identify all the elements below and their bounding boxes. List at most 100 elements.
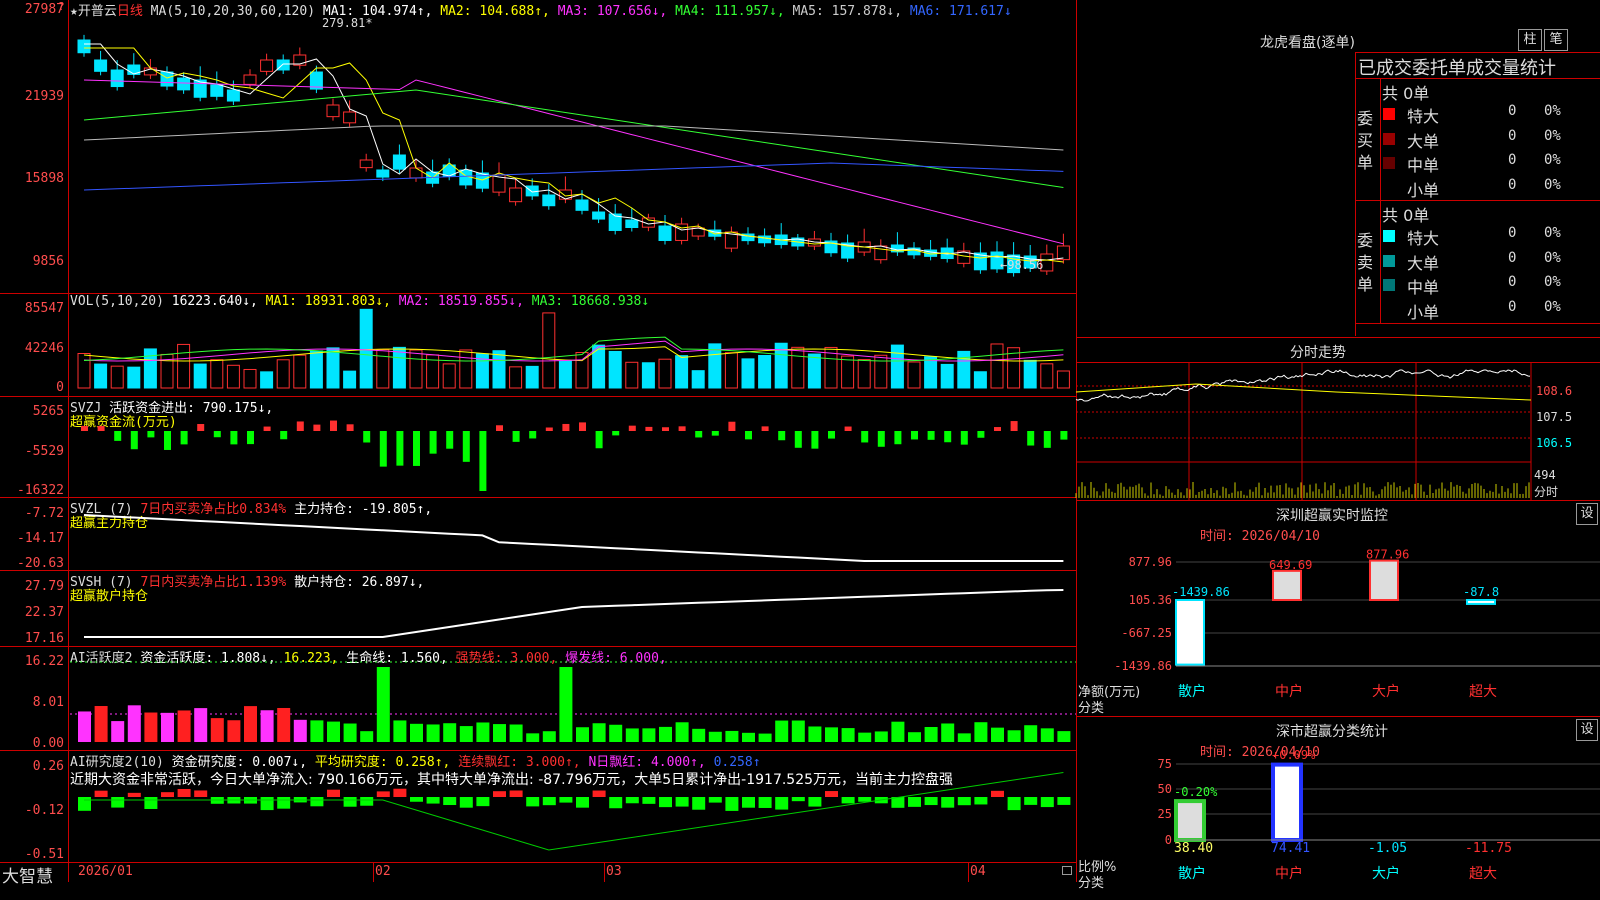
svzj-bar (247, 431, 254, 445)
ai1-bar (625, 728, 639, 742)
svzj-bar (562, 423, 570, 431)
ai1-bar (957, 733, 971, 742)
bar-mode-button[interactable]: 柱 (1518, 29, 1542, 51)
date-label: 02 (375, 864, 391, 879)
volume-bar (675, 355, 689, 389)
ai1-bar (891, 721, 905, 742)
ai1-bar (327, 721, 340, 742)
stat-value-label: 38.40 (1174, 841, 1213, 856)
ai1-bar (426, 724, 440, 742)
ai1-bar (526, 733, 540, 742)
candlestick-chart[interactable] (0, 0, 1076, 293)
svzj-bar (994, 427, 1001, 431)
buy-row-value: 0 (1508, 127, 1517, 144)
date-label: 04 (970, 864, 986, 879)
lock-icon[interactable] (1062, 866, 1072, 875)
sell-color-swatch (1383, 230, 1395, 242)
ai1-bars (70, 661, 1076, 742)
svzj-bar (944, 431, 952, 443)
monitor-y-tick: 877.96 (1129, 555, 1172, 569)
ai1-bar (161, 712, 174, 742)
monitor-value-label: 877.96 (1366, 548, 1409, 562)
volume-bar (1040, 363, 1054, 389)
volume-bar (708, 343, 722, 389)
intraday-vol-unit: 分时 (1534, 485, 1559, 499)
ai1-bar (559, 667, 573, 742)
stat-category-label: 散户 (1178, 865, 1206, 882)
volume-ma-line (83, 346, 1064, 362)
ai1-bar (858, 732, 872, 742)
svzj-bar (330, 420, 337, 431)
ai2-bar (692, 797, 706, 810)
volume-bar (1023, 359, 1037, 389)
ai1-bar (293, 719, 307, 742)
volume-bar (924, 356, 938, 389)
ai2-bar (194, 790, 208, 797)
ai2-bar (111, 797, 125, 808)
stat-y-tick: 50 (1158, 782, 1172, 796)
ai2-line (84, 772, 1064, 851)
candle-body (326, 104, 340, 118)
intraday-chart[interactable] (1075, 362, 1600, 500)
svzj-bar (545, 427, 553, 431)
svzj-bar (462, 431, 470, 462)
svzj-bar (213, 431, 221, 438)
tick-mode-button[interactable]: 笔 (1544, 29, 1568, 51)
monitor-value-label: -1439.86 (1172, 585, 1230, 599)
svzl-line (83, 514, 1064, 562)
ai2-bar (891, 797, 905, 808)
ai1-bar (725, 730, 739, 742)
ai1-bar (127, 705, 141, 742)
svzj-bar (778, 431, 786, 441)
ai1-bar (941, 723, 955, 742)
svzj-bar (396, 431, 404, 466)
candle-body (226, 89, 240, 102)
svzj-bar (512, 431, 520, 442)
ai2-bar (742, 797, 755, 808)
svzj-bar (695, 431, 703, 438)
candle-body (376, 169, 390, 178)
ai2-bar (393, 788, 407, 797)
ai2-bar (459, 797, 473, 808)
ai1-bar (493, 724, 506, 742)
ai2-bar (1040, 797, 1054, 808)
svsh-line (84, 589, 1064, 638)
volume-bar (691, 370, 705, 389)
volume-bar (226, 364, 240, 389)
sell-row-value: 0 (1508, 298, 1517, 315)
svzj-bar (761, 426, 769, 431)
monitor-value-label: 649.69 (1269, 558, 1312, 572)
volume-bar (110, 365, 124, 389)
sell-row-percent: 0% (1544, 298, 1561, 315)
ai1-bar (675, 722, 689, 742)
candle-body (94, 59, 108, 72)
ai2-bar (625, 797, 639, 804)
buy-row-value: 0 (1508, 152, 1517, 168)
svzj-bar (678, 426, 686, 431)
intraday-vol-label: 494 (1534, 468, 1556, 482)
candle-body (392, 154, 406, 170)
svzj-bar (1043, 431, 1051, 448)
ai2-bar (127, 792, 141, 797)
volume-bar (758, 354, 772, 389)
ai2-bar (808, 797, 822, 807)
monitor-bar (1369, 559, 1399, 601)
volume-bar (658, 358, 672, 389)
ai1-bar (708, 731, 722, 742)
ai2-bar (675, 797, 689, 807)
candle-body (525, 185, 539, 197)
intraday-price-label: 108.6 (1536, 384, 1573, 398)
volume-bar (625, 361, 639, 389)
volume-ma-line (83, 336, 1064, 362)
volume-bar (874, 354, 888, 389)
stat-bar (1271, 762, 1303, 842)
ai2-bar (260, 797, 274, 811)
svzj-bar (844, 426, 852, 431)
candle-body (343, 111, 357, 124)
volume-bar (641, 362, 655, 389)
ai1-bar (742, 732, 755, 742)
ai2-bar (725, 797, 739, 811)
app-logo[interactable]: 大智慧 (2, 862, 53, 887)
volume-bar (392, 346, 406, 389)
ai2-bar (775, 797, 789, 810)
